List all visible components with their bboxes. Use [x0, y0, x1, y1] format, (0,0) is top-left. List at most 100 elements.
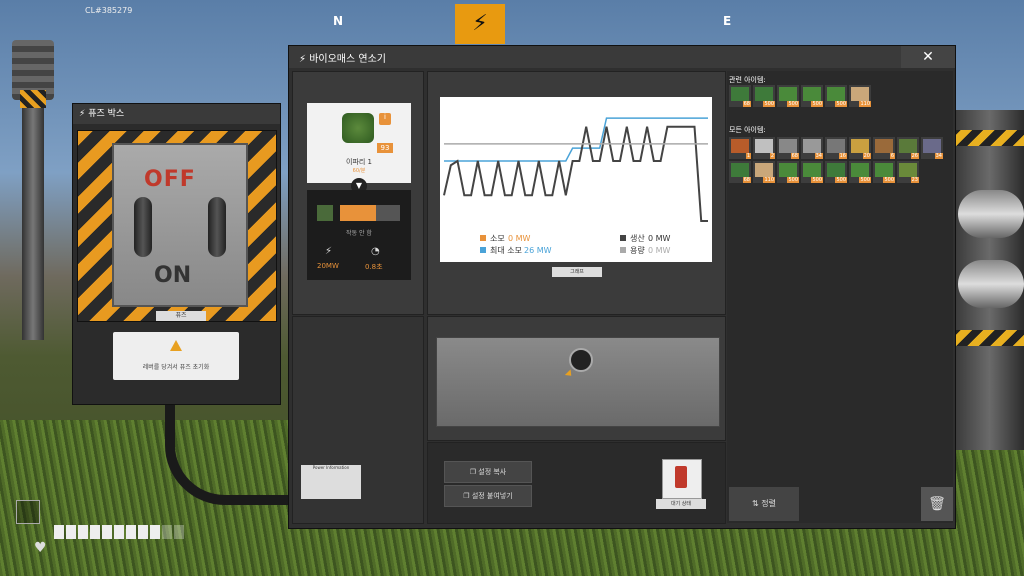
item-icon: [851, 139, 869, 153]
item-count: 500: [787, 177, 799, 183]
trash-button[interactable]: 🗑: [921, 487, 953, 521]
fuse-reset-notice: 레버를 당겨서 퓨즈 초기화: [113, 332, 239, 380]
lock-icon[interactable]: [569, 348, 593, 372]
fuse-box-header: ⚡ 퓨즈 박스: [73, 104, 280, 124]
heart-icon: ♥: [34, 540, 47, 556]
window-header: ⚡ 바이오매스 연소기 ✕: [289, 46, 955, 68]
item-icon: [923, 139, 941, 153]
all-items-title: 모든 아이템:: [729, 126, 766, 134]
inventory-slot[interactable]: 68: [729, 85, 751, 107]
sort-button[interactable]: ⇅ 정렬: [729, 487, 799, 521]
standby-switch-indicator: [675, 466, 687, 488]
health-cell: [162, 525, 172, 539]
fuse-notice-text: 레버를 당겨서 퓨즈 초기화: [142, 364, 210, 371]
item-icon: [779, 163, 797, 177]
health-cell: [126, 525, 136, 539]
item-count: 34: [814, 153, 823, 159]
item-count: 500: [859, 177, 871, 183]
item-count: 500: [811, 101, 823, 107]
trash-icon: 🗑: [928, 496, 946, 512]
item-count: 500: [835, 101, 847, 107]
item-icon: [779, 139, 797, 153]
power-graph: 소모 0 MW 최대 소모 26 MW 생산 0 MW 용량 0 MW: [440, 97, 712, 262]
inventory-slot[interactable]: 500: [777, 161, 799, 183]
power-plate-title: Power Information: [312, 465, 350, 470]
power-chart: 소모 0 MW 최대 소모 26 MW 생산 0 MW 용량 0 MW: [443, 117, 708, 255]
legend-capacity: 용량: [630, 245, 645, 255]
inventory-slot[interactable]: 110: [753, 161, 775, 183]
inventory-slot[interactable]: 68: [729, 161, 751, 183]
inventory-slot[interactable]: 2: [753, 137, 775, 159]
health-cell: [174, 525, 184, 539]
health-cell: [138, 525, 148, 539]
burn-progress-bar: [340, 205, 400, 221]
inventory-slot[interactable]: 500: [825, 161, 847, 183]
inventory-slot[interactable]: 20: [849, 137, 871, 159]
inventory-slot[interactable]: 500: [825, 85, 847, 107]
copy-settings-button[interactable]: ❐ 설정 복사: [444, 461, 532, 483]
fuse-lever[interactable]: [208, 197, 226, 257]
inventory-slot[interactable]: 500: [801, 85, 823, 107]
build-id: CL#385279: [85, 6, 133, 15]
inventory-slot[interactable]: 1: [729, 137, 751, 159]
timer-icon: ◔: [371, 246, 380, 257]
item-icon: [731, 163, 749, 177]
health-cell: [114, 525, 124, 539]
standby-switch[interactable]: [662, 459, 702, 499]
inventory-slot[interactable]: 68: [777, 137, 799, 159]
inventory-slot[interactable]: 6: [873, 137, 895, 159]
burn-time-value: 0.8초: [365, 263, 383, 271]
fuse-lever[interactable]: [134, 197, 152, 257]
legend-consumption-swatch: [480, 235, 486, 241]
graph-button[interactable]: 그래프: [552, 267, 602, 277]
inventory-slot[interactable]: 34: [921, 137, 943, 159]
item-icon: [803, 163, 821, 177]
status-text: 작동 안 함: [346, 230, 372, 237]
hazard-stripe: [955, 130, 1024, 146]
close-button[interactable]: ✕: [901, 46, 955, 68]
window-title: ⚡ 바이오매스 연소기: [299, 54, 386, 65]
fuse-box-title: 퓨즈 박스: [88, 109, 125, 119]
hazard-stripe: [20, 90, 46, 108]
burn-progress-fill: [340, 205, 376, 221]
inventory-slot[interactable]: 500: [753, 85, 775, 107]
legend-consumption-value: 0 MW: [508, 234, 531, 243]
all-items-grid: 1 2 68 34 16 20 6 26 34 68 110 500 500 500 500 500 23: [729, 137, 953, 217]
legend-max-consumption-value: 26 MW: [524, 246, 552, 255]
item-count: 110: [763, 177, 775, 183]
fuel-count: 93: [377, 143, 393, 153]
compass-north: N: [333, 14, 344, 28]
item-icon: [827, 163, 845, 177]
fuse-box-panel: ⚡ 퓨즈 박스 OFF ON 퓨즈 레버를 당겨서 퓨즈 초기화: [72, 103, 281, 405]
health-cell: [78, 525, 88, 539]
hammer-tool-icon: [16, 500, 40, 524]
inventory-slot[interactable]: 23: [897, 161, 919, 183]
item-count: 1: [745, 153, 751, 159]
inventory-slot[interactable]: 500: [873, 161, 895, 183]
item-count: 2: [769, 153, 775, 159]
paste-settings-button[interactable]: ❐ 설정 붙여넣기: [444, 485, 532, 507]
fuse-tag: 퓨즈: [156, 311, 206, 321]
machine-roller: [958, 190, 1024, 238]
item-count: 500: [883, 177, 895, 183]
inventory-slot[interactable]: 26: [897, 137, 919, 159]
item-count: 68: [790, 153, 799, 159]
legend-production-swatch: [620, 235, 626, 241]
item-count: 16: [838, 153, 847, 159]
inventory-slot[interactable]: 500: [801, 161, 823, 183]
fuel-slot[interactable]: i 93 이파리 1 60/분: [307, 103, 411, 183]
item-icon: [317, 205, 333, 221]
electric-warning-sign-icon: ⚡: [455, 4, 505, 44]
inventory-slot[interactable]: 34: [801, 137, 823, 159]
item-count: 34: [934, 153, 943, 159]
item-count: 20: [862, 153, 871, 159]
lock-plate: [436, 337, 720, 427]
series-line-1: [443, 125, 708, 222]
inventory-slot[interactable]: 16: [825, 137, 847, 159]
item-icon: [755, 163, 773, 177]
inventory-slot[interactable]: 500: [777, 85, 799, 107]
inventory-slot[interactable]: 110: [849, 85, 871, 107]
fuse-lever-plate[interactable]: OFF ON: [112, 143, 248, 307]
inventory-slot[interactable]: 500: [849, 161, 871, 183]
item-icon: [755, 87, 773, 101]
